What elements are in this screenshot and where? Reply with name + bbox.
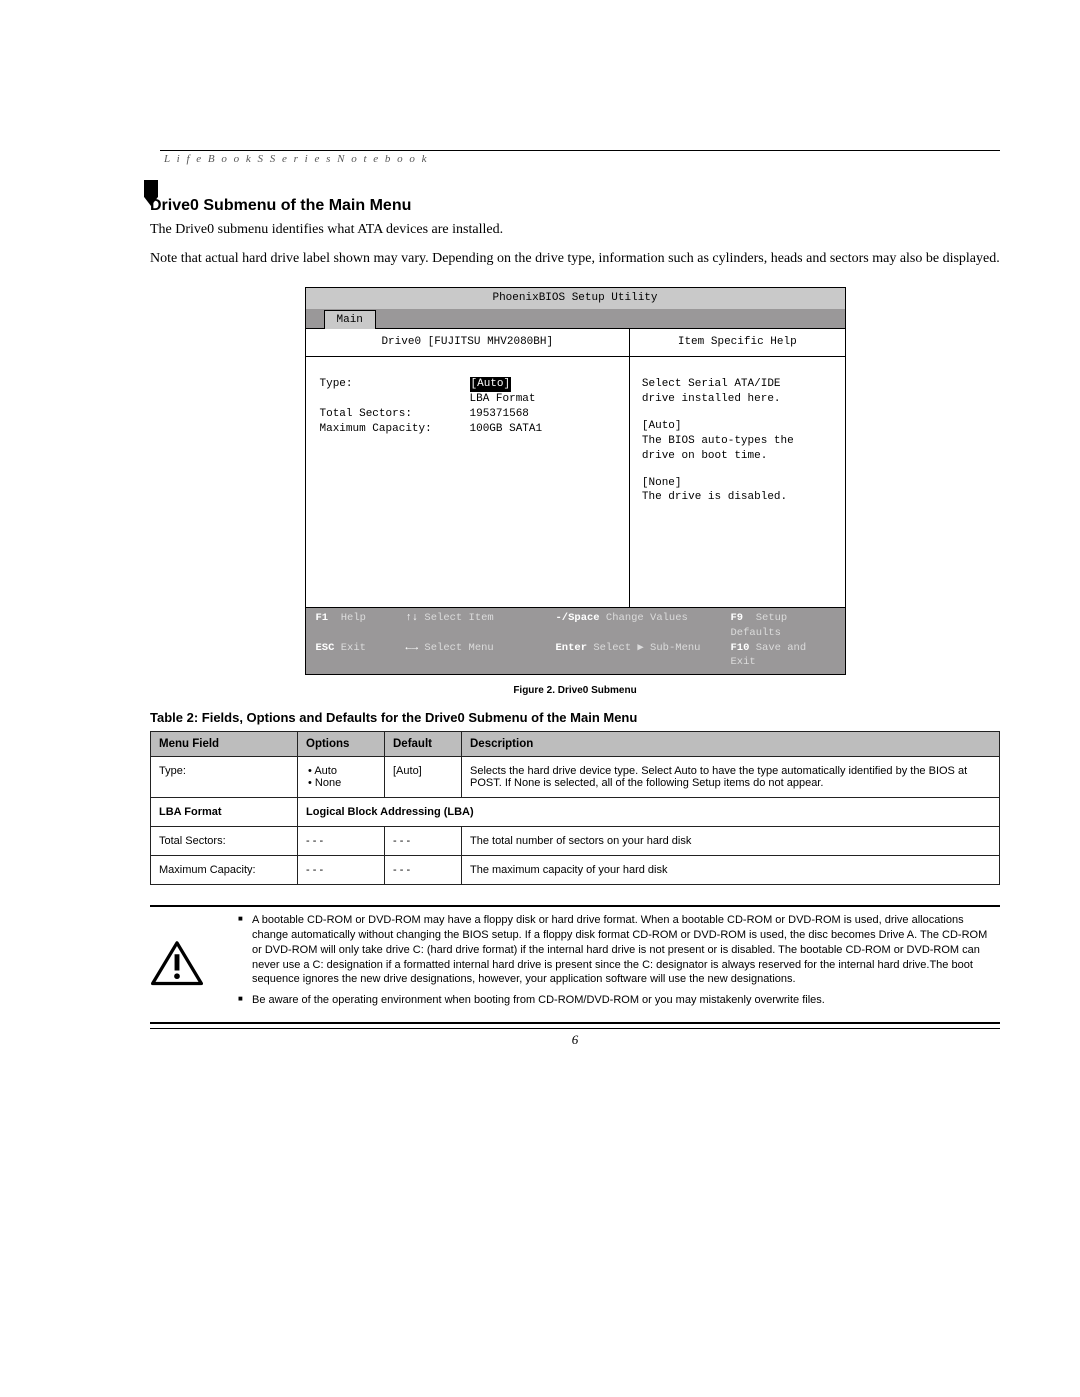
cell-options: - - - [298, 856, 385, 885]
cell-field: Total Sectors: [151, 827, 298, 856]
bios-subtitle-right: Item Specific Help [630, 329, 844, 357]
bios-tab-main: Main [324, 310, 376, 330]
running-header: L i f e B o o k S S e r i e s N o t e b … [150, 153, 1000, 165]
cell-field: LBA Format [151, 798, 298, 827]
bios-footer: F1 Help ↑↓ Select Item -/Space Change Va… [305, 607, 845, 674]
table-row: Maximum Capacity: - - - - - - The maximu… [151, 856, 1000, 885]
bios-sectors-label: Total Sectors: [320, 407, 470, 422]
key-arrows-horizontal: ←→ [406, 642, 419, 654]
intro-paragraph-1: The Drive0 submenu identifies what ATA d… [150, 221, 1000, 240]
bios-capacity-label: Maximum Capacity: [320, 422, 470, 437]
bios-help-panel: Select Serial ATA/IDE drive installed he… [630, 357, 845, 607]
key-space: -/Space [556, 612, 600, 624]
key-f10: F10 [731, 642, 750, 654]
cell-options: Auto None [298, 757, 385, 798]
cell-description: The total number of sectors on your hard… [462, 827, 1000, 856]
page-number: 6 [150, 1028, 1000, 1048]
cell-field: Maximum Capacity: [151, 856, 298, 885]
cell-options: - - - [298, 827, 385, 856]
cell-default: - - - [385, 856, 462, 885]
option-auto: Auto [308, 765, 376, 777]
help-line: The drive is disabled. [642, 490, 833, 505]
help-line: Select Serial ATA/IDE [642, 377, 833, 392]
cell-default: - - - [385, 827, 462, 856]
bios-type-value: [Auto] [470, 377, 512, 392]
cell-field: Type: [151, 757, 298, 798]
table-title: Table 2: Fields, Options and Defaults fo… [150, 710, 1000, 725]
label-select-item: Select Item [424, 612, 493, 624]
help-line: The BIOS auto-types the [642, 434, 833, 449]
bios-subtitle-left: Drive0 [FUJITSU MHV2080BH] [306, 329, 631, 357]
table-row: LBA Format Logical Block Addressing (LBA… [151, 798, 1000, 827]
th-menu-field: Menu Field [151, 732, 298, 757]
bios-type-label: Type: [320, 377, 470, 392]
help-line: [Auto] [642, 419, 833, 434]
help-line: [None] [642, 476, 833, 491]
help-line: drive on boot time. [642, 449, 833, 464]
th-description: Description [462, 732, 1000, 757]
option-none: None [308, 777, 376, 789]
label-enter: Select ▶ Sub-Menu [593, 642, 700, 654]
bios-screenshot: PhoenixBIOS Setup Utility Main Drive0 [F… [305, 287, 846, 675]
label-esc: Exit [341, 642, 366, 654]
key-esc: ESC [316, 642, 335, 654]
table-header-row: Menu Field Options Default Description [151, 732, 1000, 757]
fields-table: Menu Field Options Default Description T… [150, 731, 1000, 885]
intro-paragraph-2: Note that actual hard drive label shown … [150, 250, 1000, 269]
warning-icon [150, 913, 204, 1014]
cell-description: The maximum capacity of your hard disk [462, 856, 1000, 885]
cell-description: Logical Block Addressing (LBA) [298, 798, 1000, 827]
bios-lba-label: LBA Format [470, 392, 536, 407]
warning-bullet-1: A bootable CD-ROM or DVD-ROM may have a … [238, 913, 1000, 987]
bios-title-bar: PhoenixBIOS Setup Utility [305, 287, 845, 309]
key-f9: F9 [731, 612, 744, 624]
warning-box: A bootable CD-ROM or DVD-ROM may have a … [150, 905, 1000, 1024]
th-default: Default [385, 732, 462, 757]
bios-sectors-value: 195371568 [470, 407, 529, 422]
section-title: Drive0 Submenu of the Main Menu [150, 197, 1000, 215]
table-row: Total Sectors: - - - - - - The total num… [151, 827, 1000, 856]
cell-description: Selects the hard drive device type. Sele… [462, 757, 1000, 798]
table-row: Type: Auto None [Auto] Selects the hard … [151, 757, 1000, 798]
key-f1: F1 [316, 612, 329, 624]
bios-tab-row: Main [305, 309, 845, 329]
cell-default: [Auto] [385, 757, 462, 798]
figure-caption: Figure 2. Drive0 Submenu [150, 685, 1000, 696]
label-select-menu: Select Menu [424, 642, 493, 654]
th-options: Options [298, 732, 385, 757]
bios-capacity-value: 100GB SATA1 [470, 422, 543, 437]
label-change-values: Change Values [606, 612, 688, 624]
key-arrows-vertical: ↑↓ [406, 612, 419, 624]
help-line: drive installed here. [642, 392, 833, 407]
key-enter: Enter [556, 642, 588, 654]
bios-fields-panel: Type: [Auto] LBA Format Total Sectors: 1… [306, 357, 630, 607]
warning-bullet-2: Be aware of the operating environment wh… [238, 993, 1000, 1008]
label-f1: Help [341, 612, 366, 624]
